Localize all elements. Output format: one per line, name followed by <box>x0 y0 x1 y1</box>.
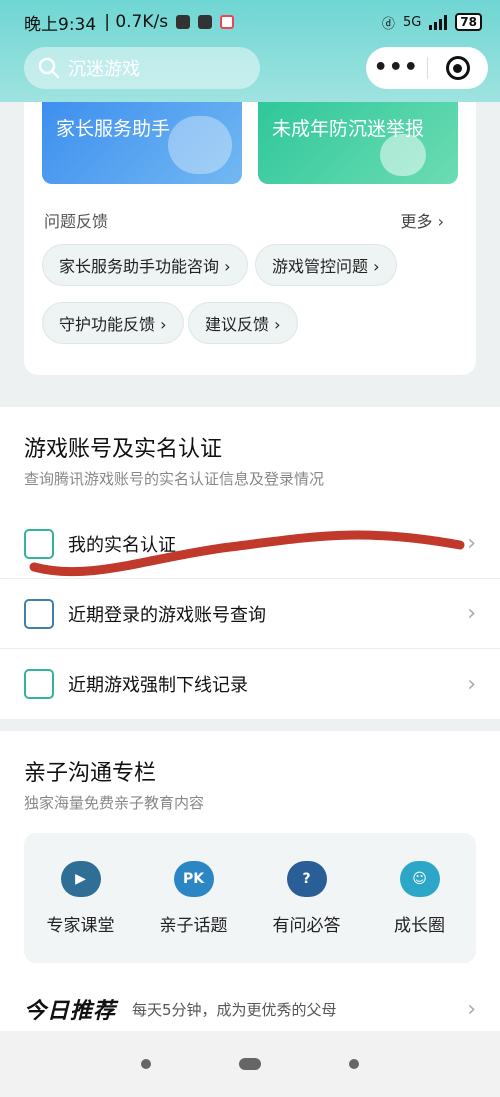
chip-assistant-consult[interactable]: 家长服务助手功能咨询 › <box>42 244 248 286</box>
pk-bubble-icon: PK <box>173 861 214 897</box>
red-scribble-annotation <box>29 530 465 577</box>
account-card: 游戏账号及实名认证 查询腾讯游戏账号的实名认证信息及登录情况 我的实名认证 › … <box>0 407 500 719</box>
search-icon <box>38 57 60 79</box>
growth-circle-label: 成长圈 <box>394 916 445 936</box>
chip-game-control[interactable]: 游戏管控问题 › <box>255 244 397 286</box>
weibo-notification-icon <box>220 15 235 29</box>
app-notification-icon <box>198 15 213 29</box>
target-icon <box>445 56 470 80</box>
chat-bubble-icon <box>168 116 232 174</box>
today-recommend-text: 每天5分钟，成为更优秀的父母 <box>132 1000 337 1019</box>
miniprogram-capsule: ••• <box>366 47 488 89</box>
feedback-more-link[interactable]: 更多 › <box>401 208 445 232</box>
service-card: 家长服务助手 未成年防沉迷举报 问题反馈 更多 › 家长服务助手功能咨询 › 游… <box>24 102 476 375</box>
status-bar: 晚上9:34 | 0.7K/s ⓓ 5G 78 <box>0 0 500 44</box>
more-options-button[interactable]: ••• <box>366 47 427 89</box>
parent-section-title: 亲子沟通专栏 <box>24 761 157 786</box>
status-speed: | 0.7K/s <box>104 12 169 32</box>
question-bubble-icon: ? <box>286 861 327 897</box>
search-placeholder: 沉迷游戏 <box>68 59 140 80</box>
chip-guard-feedback[interactable]: 守护功能反馈 › <box>42 302 184 344</box>
more-dots-icon: ••• <box>373 55 419 80</box>
parent-feature-grid: ▶ 专家课堂 PK 亲子话题 ? 有问必答 ☺ 成长圈 <box>24 833 476 963</box>
qq-notification-icon <box>176 15 191 29</box>
parent-assistant-tile[interactable]: 家长服务助手 <box>42 102 242 184</box>
parent-section-subtitle: 独家海量免费亲子教育内容 <box>24 794 205 812</box>
today-recommend-badge: 今日推荐 <box>24 999 117 1024</box>
home-nav-button[interactable] <box>239 1058 261 1070</box>
system-nav-bar <box>0 1031 500 1097</box>
today-recommend-row[interactable]: 今日推荐 每天5分钟，成为更优秀的父母 › <box>24 993 476 1025</box>
back-nav-button[interactable] <box>141 1059 151 1069</box>
parent-communication-card: 亲子沟通专栏 独家海量免费亲子教育内容 ▶ 专家课堂 PK 亲子话题 ? 有问必… <box>0 731 500 1031</box>
parent-topic-item[interactable]: PK 亲子话题 <box>137 833 250 963</box>
search-bar[interactable]: 沉迷游戏 <box>24 47 260 89</box>
qa-label: 有问必答 <box>272 916 341 936</box>
network-type: 5G <box>402 14 422 30</box>
parent-assistant-label: 家长服务助手 <box>56 118 171 140</box>
growth-circle-item[interactable]: ☺ 成长圈 <box>363 833 476 963</box>
chevron-right-icon: › <box>467 996 476 1022</box>
graduation-cap-icon: ▶ <box>60 861 101 897</box>
leaf-bubble-icon <box>380 134 426 176</box>
feedback-title: 问题反馈 <box>44 212 109 231</box>
recents-nav-button[interactable] <box>349 1059 359 1069</box>
smile-person-icon: ☺ <box>399 861 440 897</box>
qa-item[interactable]: ? 有问必答 <box>250 833 363 963</box>
battery-icon: 78 <box>455 13 482 31</box>
addiction-report-tile[interactable]: 未成年防沉迷举报 <box>258 102 458 184</box>
expert-class-item[interactable]: ▶ 专家课堂 <box>24 833 137 963</box>
expert-class-label: 专家课堂 <box>46 916 115 936</box>
hd-icon: ⓓ <box>381 16 395 32</box>
signal-icon <box>429 14 448 30</box>
parent-topic-label: 亲子话题 <box>159 916 228 936</box>
status-time: 晚上9:34 <box>24 14 97 35</box>
feedback-header: 问题反馈 更多 › <box>44 208 444 232</box>
chip-suggestion[interactable]: 建议反馈 › <box>188 302 298 344</box>
close-miniprogram-button[interactable] <box>428 47 489 89</box>
